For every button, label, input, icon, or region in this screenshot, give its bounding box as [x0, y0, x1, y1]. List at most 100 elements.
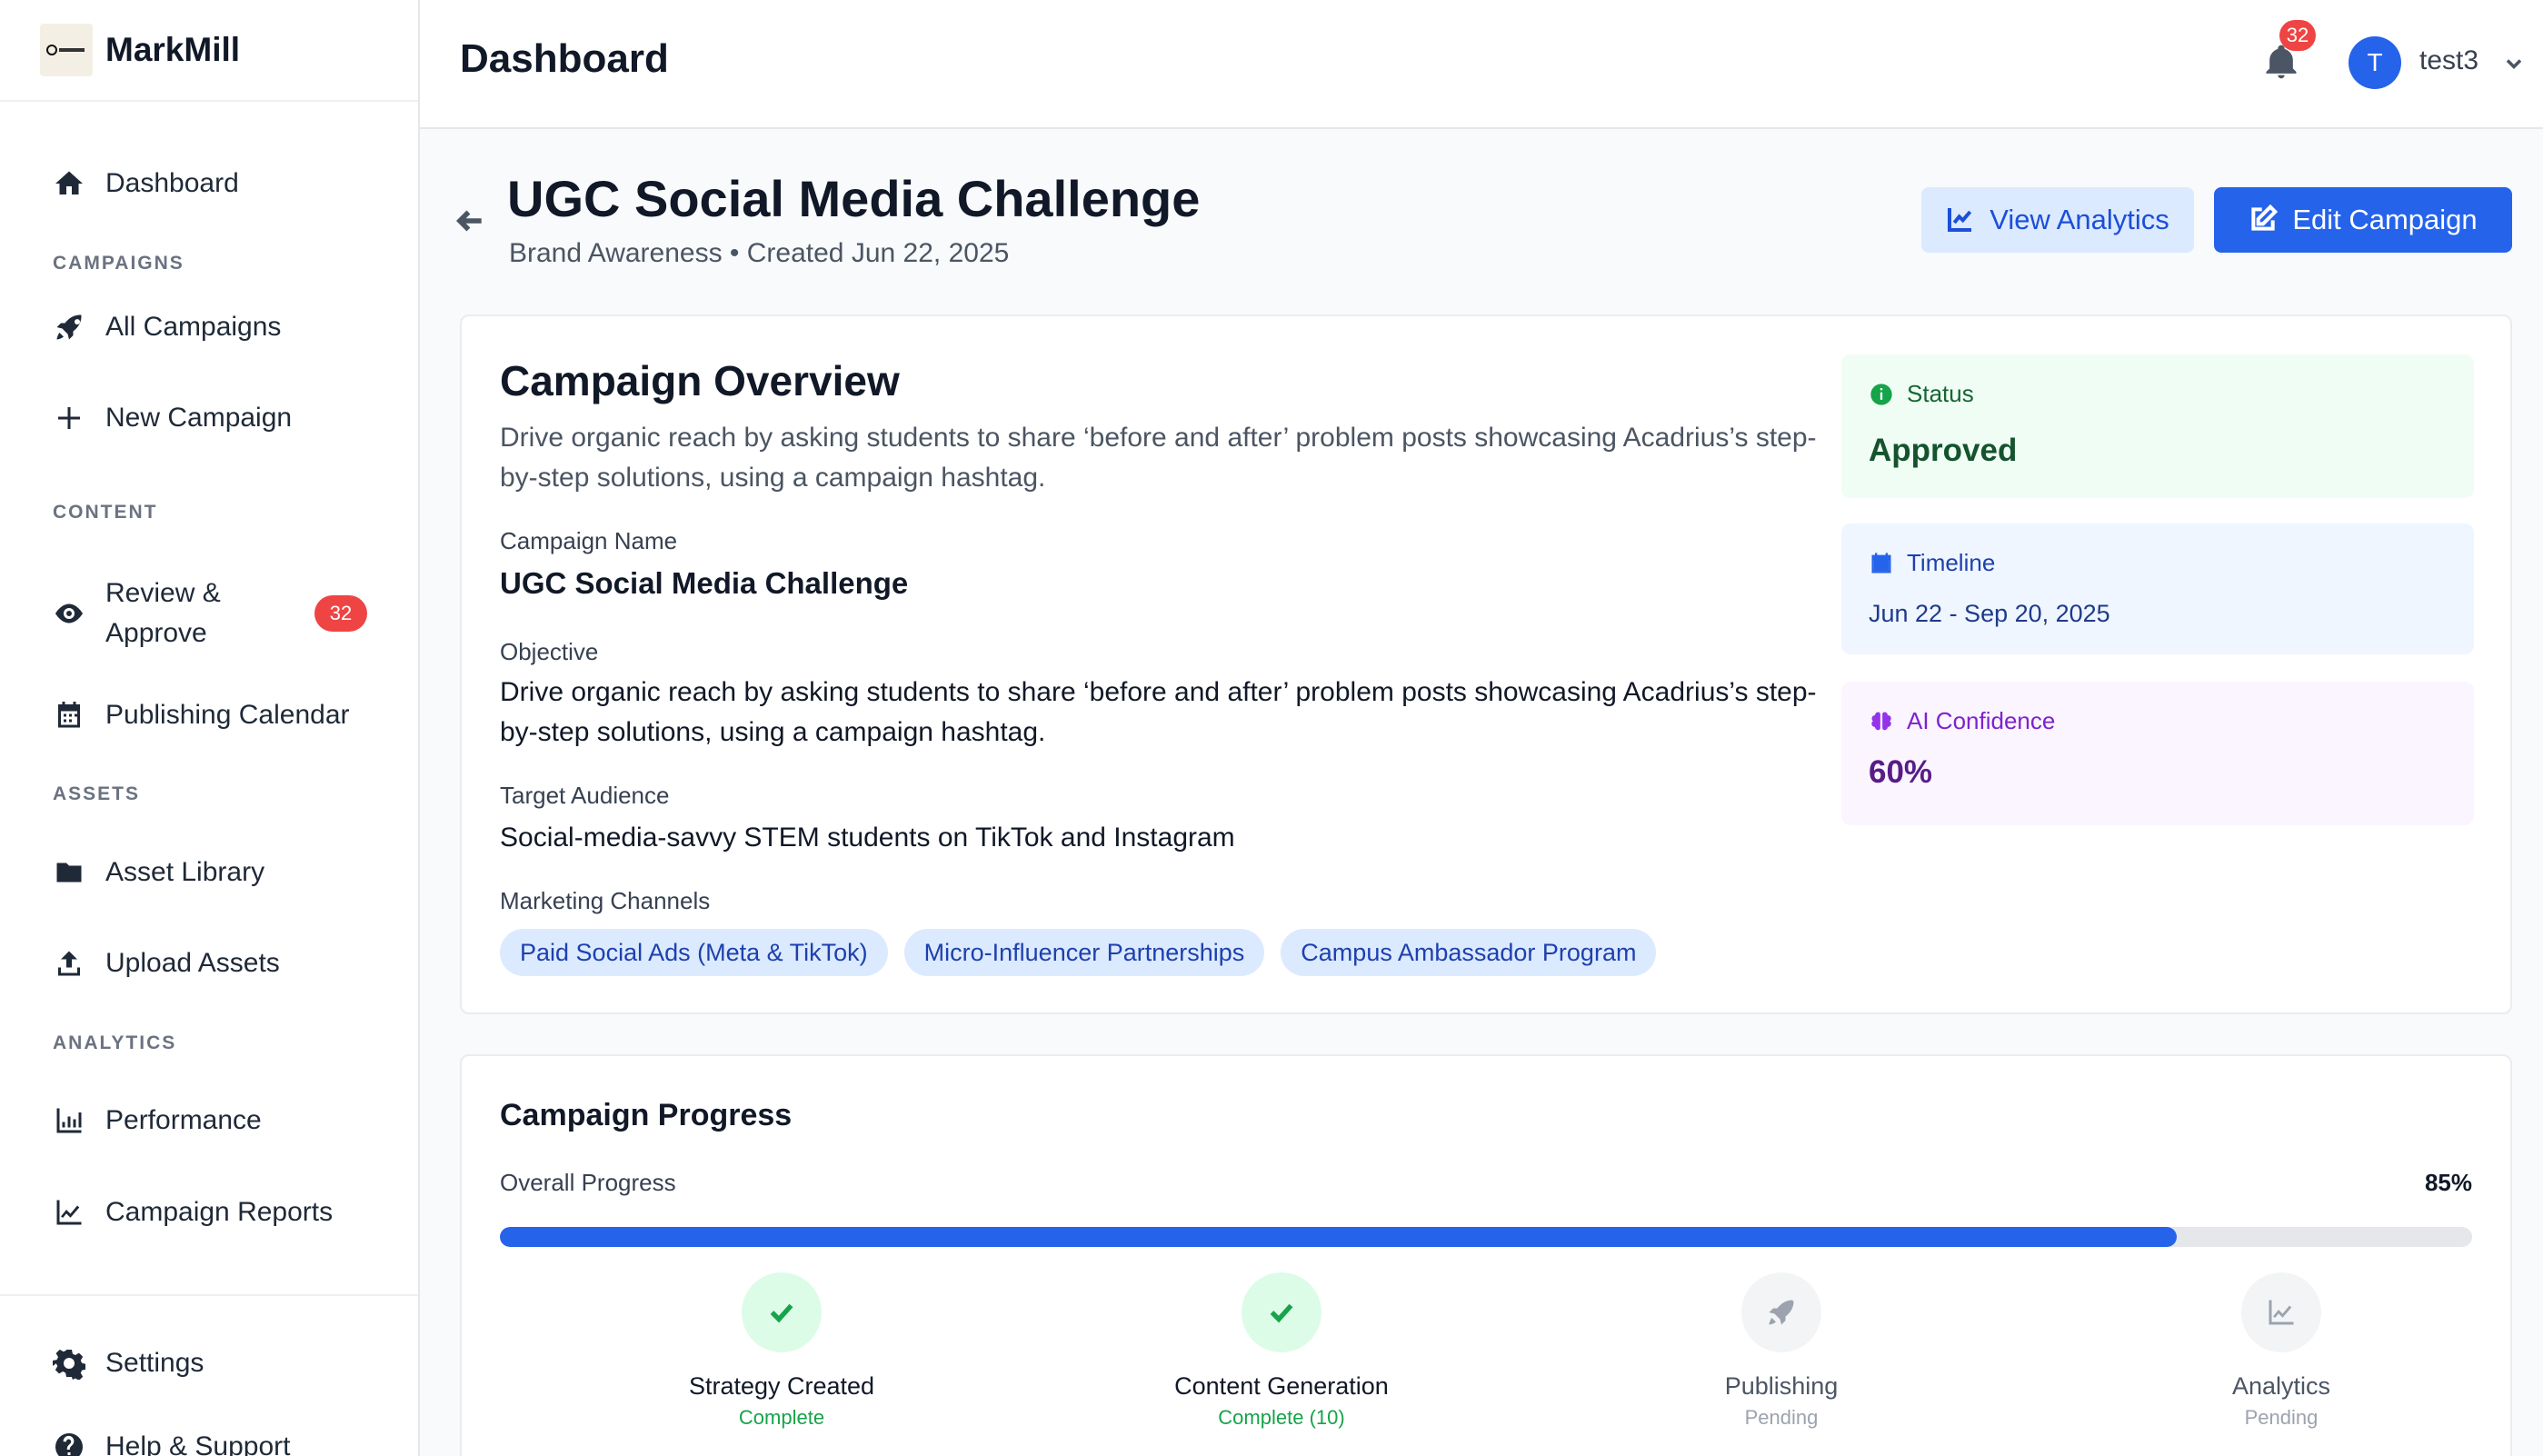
page-title: Dashboard	[460, 36, 669, 81]
channel-chip: Campus Ambassador Program	[1281, 929, 1657, 976]
ai-confidence-header: AI Confidence	[1869, 707, 2055, 735]
view-analytics-button[interactable]: View Analytics	[1921, 187, 2194, 253]
line-chart-icon	[2241, 1272, 2321, 1352]
sidebar-item-upload-assets[interactable]: Upload Assets	[0, 927, 418, 1000]
sidebar-item-publishing-calendar[interactable]: Publishing Calendar	[0, 679, 418, 752]
target-audience-label: Target Audience	[500, 782, 670, 809]
campaign-name-value: UGC Social Media Challenge	[500, 566, 909, 600]
sidebar-item-label: Performance	[105, 1105, 262, 1135]
gear-icon	[51, 1345, 87, 1381]
sidebar-item-performance[interactable]: Performance	[0, 1084, 418, 1157]
step-status: Complete (10)	[1218, 1406, 1345, 1429]
sidebar-item-review-approve[interactable]: Review & Approve 32	[0, 563, 418, 663]
sidebar-item-label: All Campaigns	[105, 312, 282, 342]
check-icon	[742, 1272, 822, 1352]
username[interactable]: test3	[2419, 45, 2478, 76]
brand[interactable]: MarkMill	[0, 0, 418, 102]
objective-value: Drive organic reach by asking students t…	[500, 677, 1817, 747]
ai-confidence-label: AI Confidence	[1907, 707, 2056, 734]
home-icon	[51, 165, 87, 202]
edit-campaign-label: Edit Campaign	[2292, 204, 2478, 235]
campaign-meta: Brand Awareness • Created Jun 22, 2025	[509, 238, 1010, 268]
sidebar-item-label: Campaign Reports	[105, 1197, 334, 1227]
sidebar-item-label: Asset Library	[105, 857, 265, 887]
section-heading-assets: ASSETS	[53, 783, 141, 804]
chevron-down-icon[interactable]	[2501, 51, 2528, 78]
rocket-icon	[51, 309, 87, 345]
progress-step-strategy: Strategy Created Complete	[591, 1272, 972, 1430]
channel-chips: Paid Social Ads (Meta & TikTok) Micro-In…	[500, 929, 1657, 976]
eye-icon	[51, 595, 87, 632]
sidebar-item-label: Upload Assets	[105, 948, 280, 978]
sidebar-item-campaign-reports[interactable]: Campaign Reports	[0, 1176, 418, 1249]
notification-count-badge: 32	[2279, 20, 2316, 51]
help-icon	[51, 1429, 87, 1456]
step-status: Pending	[1744, 1406, 1819, 1429]
brand-name: MarkMill	[105, 31, 241, 68]
campaign-progress-card: Campaign Progress Overall Progress 85% S…	[460, 1054, 2512, 1456]
brain-icon	[1871, 712, 1891, 730]
top-bar: Dashboard 32 T test3	[420, 0, 2543, 129]
sidebar-item-asset-library[interactable]: Asset Library	[0, 836, 418, 909]
back-arrow-icon[interactable]	[453, 204, 489, 240]
step-name: Publishing	[1724, 1372, 1839, 1400]
sidebar-item-all-campaigns[interactable]: All Campaigns	[0, 291, 418, 364]
progress-title: Campaign Progress	[500, 1098, 793, 1132]
timeline-header: Timeline	[1869, 549, 1995, 577]
sidebar-item-dashboard[interactable]: Dashboard	[0, 147, 418, 220]
sidebar-item-new-campaign[interactable]: New Campaign	[0, 382, 418, 454]
ai-confidence-box: AI Confidence 60%	[1841, 682, 2474, 825]
sidebar-item-label: Review & Approve	[105, 573, 221, 653]
status-value: Approved	[1869, 433, 2018, 468]
timeline-value: Jun 22 - Sep 20, 2025	[1869, 600, 2110, 627]
check-icon	[1242, 1272, 1321, 1352]
overall-progress-label: Overall Progress	[500, 1169, 676, 1196]
section-heading-campaigns: CAMPAIGNS	[53, 253, 184, 274]
review-label-line1: Review &	[105, 578, 221, 608]
sidebar-item-label: New Campaign	[105, 403, 293, 433]
review-label-line2: Approve	[105, 618, 207, 648]
info-icon	[1870, 383, 1892, 405]
overall-progress-fill	[500, 1227, 2177, 1247]
line-chart-icon	[51, 1194, 87, 1231]
step-name: Content Generation	[1174, 1372, 1389, 1400]
edit-campaign-button[interactable]: Edit Campaign	[2214, 187, 2512, 253]
campaign-overview-card: Campaign Overview Drive organic reach by…	[460, 314, 2512, 1014]
edit-icon	[2249, 204, 2279, 235]
sidebar-item-label: Publishing Calendar	[105, 700, 350, 730]
sidebar-item-help-support[interactable]: Help & Support	[0, 1411, 418, 1456]
bar-chart-icon	[51, 1102, 87, 1139]
overview-description: Drive organic reach by asking students t…	[500, 423, 1817, 493]
folder-icon	[51, 854, 87, 891]
status-box: Status Approved	[1841, 354, 2474, 498]
calendar-icon	[51, 697, 87, 733]
upload-icon	[51, 945, 87, 982]
progress-step-publishing: Publishing Pending	[1591, 1272, 1972, 1430]
marketing-channels-label: Marketing Channels	[500, 887, 711, 914]
section-heading-analytics: ANALYTICS	[53, 1032, 177, 1053]
review-count-badge: 32	[314, 595, 367, 632]
step-status: Pending	[2244, 1406, 2319, 1429]
campaign-name-label: Campaign Name	[500, 527, 678, 554]
objective-label: Objective	[500, 638, 599, 665]
calendar-icon	[1871, 552, 1891, 573]
timeline-box: Timeline Jun 22 - Sep 20, 2025	[1841, 524, 2474, 654]
overall-progress-bar	[500, 1227, 2472, 1247]
section-heading-content: CONTENT	[53, 502, 158, 523]
progress-step-content: Content Generation Complete (10)	[1091, 1272, 1472, 1430]
target-audience-value: Social-media-savvy STEM students on TikT…	[500, 823, 1235, 853]
channel-chip: Micro-Influencer Partnerships	[903, 929, 1265, 976]
sidebar-item-label: Settings	[105, 1348, 204, 1378]
campaign-title: UGC Social Media Challenge	[507, 170, 1201, 227]
step-name: Strategy Created	[688, 1372, 875, 1400]
rocket-icon	[1741, 1272, 1821, 1352]
step-status: Complete	[738, 1406, 825, 1429]
status-label: Status	[1907, 380, 1974, 407]
sidebar: MarkMill Dashboard CAMPAIGNS All Campaig…	[0, 0, 420, 1456]
sidebar-divider	[0, 1294, 418, 1296]
avatar[interactable]: T	[2349, 36, 2401, 89]
line-chart-icon	[1946, 204, 1977, 235]
timeline-label: Timeline	[1907, 549, 1996, 576]
status-header: Status	[1869, 380, 1974, 408]
sidebar-item-settings[interactable]: Settings	[0, 1327, 418, 1400]
